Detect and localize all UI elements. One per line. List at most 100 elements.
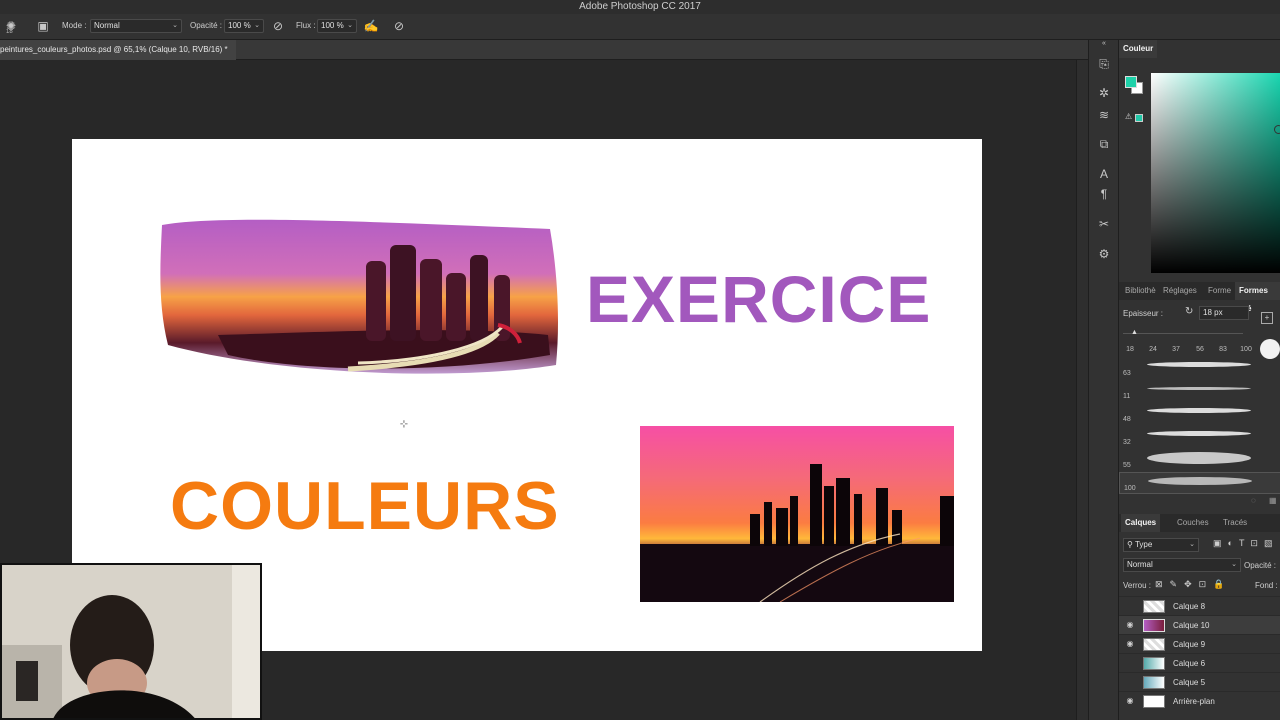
layer-row-calque-10[interactable]: ◉ Calque 10 [1119, 615, 1280, 634]
headline-couleurs: COULEURS [170, 468, 560, 544]
airbrush-icon[interactable]: ✍ [363, 18, 379, 34]
new-brush-icon[interactable]: ▦ [1269, 496, 1277, 505]
properties-icon[interactable]: ⚙ [1096, 246, 1112, 262]
thickness-slider-thumb[interactable]: ▲ [1131, 329, 1138, 336]
brush-preview-toggle-icon[interactable]: ◌ [1251, 496, 1256, 505]
history-icon[interactable]: ⎘ [1096, 56, 1112, 72]
brush-preset-icon[interactable]: ▣ [35, 18, 51, 34]
brush-stroke-row[interactable]: 32 [1119, 427, 1280, 449]
layer-row-calque-8[interactable]: Calque 8 [1119, 596, 1280, 615]
layer-blend-mode-select[interactable]: Normal ⌄ [1123, 558, 1241, 572]
brush-settings-icon[interactable]: ≋ [1096, 107, 1112, 123]
opacity-value: 100 % [228, 21, 251, 30]
brush-stroke-num: 63 [1123, 370, 1131, 377]
webcam-overlay [0, 563, 262, 720]
thickness-label: Epaisseur : [1123, 309, 1164, 318]
brush-size-37[interactable]: 37 [1167, 346, 1185, 353]
brush-size-readout: 18 [6, 29, 13, 35]
layer-name[interactable]: Calque 8 [1173, 602, 1205, 611]
layer-name[interactable]: Calque 5 [1173, 678, 1205, 687]
brush-stroke-row[interactable]: 48 [1119, 404, 1280, 426]
eye-icon[interactable]: ◉ [1125, 639, 1135, 649]
collapse-panels-icon[interactable]: « [1096, 36, 1112, 52]
chevron-down-icon: ⌄ [1189, 541, 1195, 548]
chevron-down-icon: ⌄ [1231, 561, 1237, 568]
tab-calques[interactable]: Calques [1121, 514, 1161, 532]
thickness-slider-track[interactable] [1123, 333, 1243, 334]
opacity-field[interactable]: 100 % ⌄ [224, 19, 264, 33]
paragraph-icon[interactable]: ¶ [1096, 186, 1112, 202]
hard-round-brush-preview[interactable] [1260, 339, 1280, 359]
layer-name[interactable]: Calque 10 [1173, 621, 1209, 630]
flow-field[interactable]: 100 % ⌄ [317, 19, 357, 33]
brush-stroke-num: 48 [1123, 416, 1131, 423]
tab-couleur[interactable]: Couleur [1119, 40, 1158, 58]
headline-exercice: EXERCICE [586, 262, 932, 336]
tab-forme[interactable]: Forme [1204, 282, 1235, 300]
document-tab-bar: peintures_couleurs_photos.psd @ 65,1% (C… [0, 40, 1088, 60]
layer-name[interactable]: Arrière-plan [1173, 697, 1215, 706]
tab-bibliotheques[interactable]: Bibliothè [1121, 282, 1160, 300]
tab-formes-predefinies[interactable]: Formes pré [1235, 282, 1280, 313]
adjustments-icon[interactable]: ✲ [1096, 85, 1112, 101]
mode-value: Normal [94, 21, 120, 30]
webcam-person-image [2, 565, 260, 718]
document-tab[interactable]: peintures_couleurs_photos.psd @ 65,1% (C… [0, 40, 236, 60]
flow-value: 100 % [321, 21, 344, 30]
layer-row-calque-9[interactable]: ◉ Calque 9 [1119, 634, 1280, 653]
web-safe-swatch[interactable] [1135, 114, 1143, 122]
brush-stroke-num: 100 [1124, 485, 1136, 492]
layer-blend-mode-value: Normal [1127, 560, 1153, 569]
color-picker-field[interactable] [1151, 73, 1280, 273]
painted-city-artwork [160, 219, 558, 374]
brush-size-100[interactable]: 100 [1237, 346, 1255, 353]
chevron-down-icon: ⌄ [172, 22, 178, 29]
tab-couches[interactable]: Couches [1173, 514, 1213, 532]
layer-filter-select[interactable]: ⚲ Type ⌄ [1123, 538, 1199, 552]
gamut-warning-icon[interactable]: ⚠ [1125, 112, 1132, 121]
window-title-bar: Adobe Photoshop CC 2017 [0, 0, 1280, 14]
brush-cursor-icon: ⊹ [399, 419, 409, 430]
app-title: Adobe Photoshop CC 2017 [579, 1, 701, 12]
search-icon: ⚲ [1127, 540, 1133, 549]
opacity-label: Opacité : [190, 21, 223, 30]
layer-name[interactable]: Calque 6 [1173, 659, 1205, 668]
brush-stroke-row[interactable]: 100 [1119, 472, 1280, 494]
right-panels: Couleur ⚠ Bibliothè Réglages Forme Forme… [1118, 40, 1280, 720]
flow-label: Flux : [296, 21, 316, 30]
brush-stroke-row[interactable]: 55 [1119, 450, 1280, 472]
layer-name[interactable]: Calque 9 [1173, 640, 1205, 649]
brush-size-24[interactable]: 24 [1144, 346, 1162, 353]
color-picker-ring[interactable] [1274, 125, 1280, 134]
vertical-scrollbar[interactable] [1076, 60, 1088, 720]
brush-stroke-num: 32 [1123, 439, 1131, 446]
layer-row-arriere-plan[interactable]: ◉ Arrière-plan [1119, 691, 1280, 710]
brush-size-83[interactable]: 83 [1214, 346, 1232, 353]
foreground-color-swatch[interactable] [1125, 76, 1137, 88]
layer-row-calque-5[interactable]: Calque 5 [1119, 672, 1280, 691]
brush-stroke-row[interactable]: 11 [1119, 381, 1280, 403]
eye-icon[interactable]: ◉ [1125, 620, 1135, 630]
layer-row-calque-6[interactable]: Calque 6 [1119, 653, 1280, 672]
layer-filter-icons[interactable]: ▣◐T⊡▧ [1213, 538, 1278, 549]
layer-thumbnail [1143, 638, 1165, 651]
chevron-down-icon: ⌄ [254, 22, 260, 29]
tab-reglages[interactable]: Réglages [1159, 282, 1201, 300]
brush-size-18[interactable]: 18 [1121, 346, 1139, 353]
pressure-opacity-icon[interactable]: ⊘ [270, 18, 286, 34]
lock-icons[interactable]: ⊠✎✥⊡🔒 [1155, 579, 1231, 590]
tool-presets-icon[interactable]: ✂ [1096, 216, 1112, 232]
eye-icon[interactable]: ◉ [1125, 696, 1135, 706]
brush-stroke-row[interactable]: 63 [1119, 358, 1280, 380]
brush-stroke-preview [1148, 477, 1252, 485]
new-preset-icon[interactable]: + [1261, 312, 1273, 324]
thickness-field[interactable]: 18 px [1199, 306, 1249, 320]
pressure-size-icon[interactable]: ⊘ [391, 18, 407, 34]
clone-source-icon[interactable]: ⧉ [1096, 136, 1112, 152]
character-icon[interactable]: A [1096, 166, 1112, 182]
tab-traces[interactable]: Tracés [1219, 514, 1251, 532]
layer-opacity-label: Opacité : [1244, 561, 1277, 570]
reset-icon[interactable]: ↻ [1185, 306, 1193, 317]
brush-size-56[interactable]: 56 [1191, 346, 1209, 353]
mode-select[interactable]: Normal ⌄ [90, 19, 182, 33]
